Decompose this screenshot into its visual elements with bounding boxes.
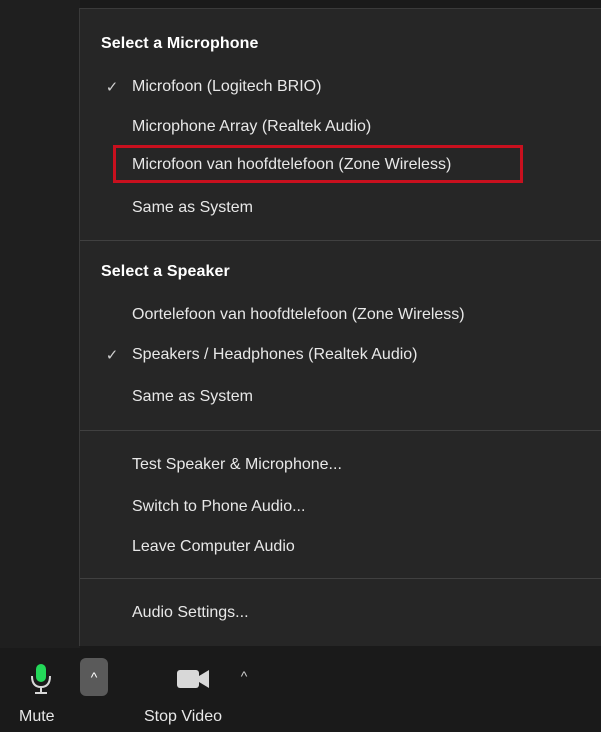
chevron-up-icon: ^	[240, 668, 248, 684]
audio-settings-item[interactable]: Audio Settings...	[80, 595, 600, 631]
stop-video-label: Stop Video	[144, 708, 222, 725]
mic-option-label: Same as System	[132, 199, 253, 216]
mic-option-same-as-system[interactable]: Same as System	[80, 190, 600, 226]
speaker-option-label: Oortelefoon van hoofdtelefoon (Zone Wire…	[132, 306, 465, 323]
mic-option-logitech-brio[interactable]: ✓ Microfoon (Logitech BRIO)	[80, 69, 600, 105]
speaker-section-title: Select a Speaker	[101, 263, 230, 280]
checkmark-icon: ✓	[105, 79, 119, 96]
switch-to-phone-audio-item[interactable]: Switch to Phone Audio...	[80, 489, 600, 525]
menu-divider	[80, 240, 601, 241]
menu-divider	[80, 430, 601, 431]
mic-option-realtek-array[interactable]: Microphone Array (Realtek Audio)	[80, 109, 600, 145]
menu-item-label: Leave Computer Audio	[132, 538, 295, 555]
microphone-icon	[31, 664, 51, 694]
meeting-background	[0, 0, 80, 648]
speaker-option-label: Speakers / Headphones (Realtek Audio)	[132, 346, 418, 363]
menu-item-label: Test Speaker & Microphone...	[132, 456, 342, 473]
video-options-caret-button[interactable]: ^	[234, 664, 254, 688]
meeting-toolbar: Mute ^ Stop Video ^	[0, 648, 601, 732]
mic-option-label: Microfoon (Logitech BRIO)	[132, 78, 322, 95]
checkmark-icon: ✓	[105, 347, 119, 364]
chevron-up-icon: ^	[90, 669, 98, 685]
mic-option-zone-wireless[interactable]: Microfoon van hoofdtelefoon (Zone Wirele…	[80, 147, 600, 183]
audio-options-caret-button[interactable]: ^	[80, 658, 108, 696]
test-speaker-microphone-item[interactable]: Test Speaker & Microphone...	[80, 447, 600, 483]
microphone-section-title: Select a Microphone	[101, 35, 259, 52]
mute-button[interactable]: Mute	[0, 648, 80, 732]
mic-option-label: Microphone Array (Realtek Audio)	[132, 118, 372, 135]
mic-option-label: Microfoon van hoofdtelefoon (Zone Wirele…	[132, 156, 452, 173]
speaker-option-realtek[interactable]: ✓ Speakers / Headphones (Realtek Audio)	[80, 337, 600, 373]
audio-options-menu: Select a Microphone ✓ Microfoon (Logitec…	[79, 8, 601, 646]
speaker-option-same-as-system[interactable]: Same as System	[80, 379, 600, 415]
mute-label: Mute	[19, 708, 55, 725]
speaker-option-zone-wireless[interactable]: Oortelefoon van hoofdtelefoon (Zone Wire…	[80, 297, 600, 333]
leave-computer-audio-item[interactable]: Leave Computer Audio	[80, 529, 600, 565]
speaker-option-label: Same as System	[132, 388, 253, 405]
stop-video-button[interactable]: Stop Video	[140, 648, 250, 732]
menu-divider	[80, 578, 601, 579]
menu-item-label: Audio Settings...	[132, 604, 249, 621]
menu-item-label: Switch to Phone Audio...	[132, 498, 306, 515]
video-camera-icon	[177, 670, 209, 688]
